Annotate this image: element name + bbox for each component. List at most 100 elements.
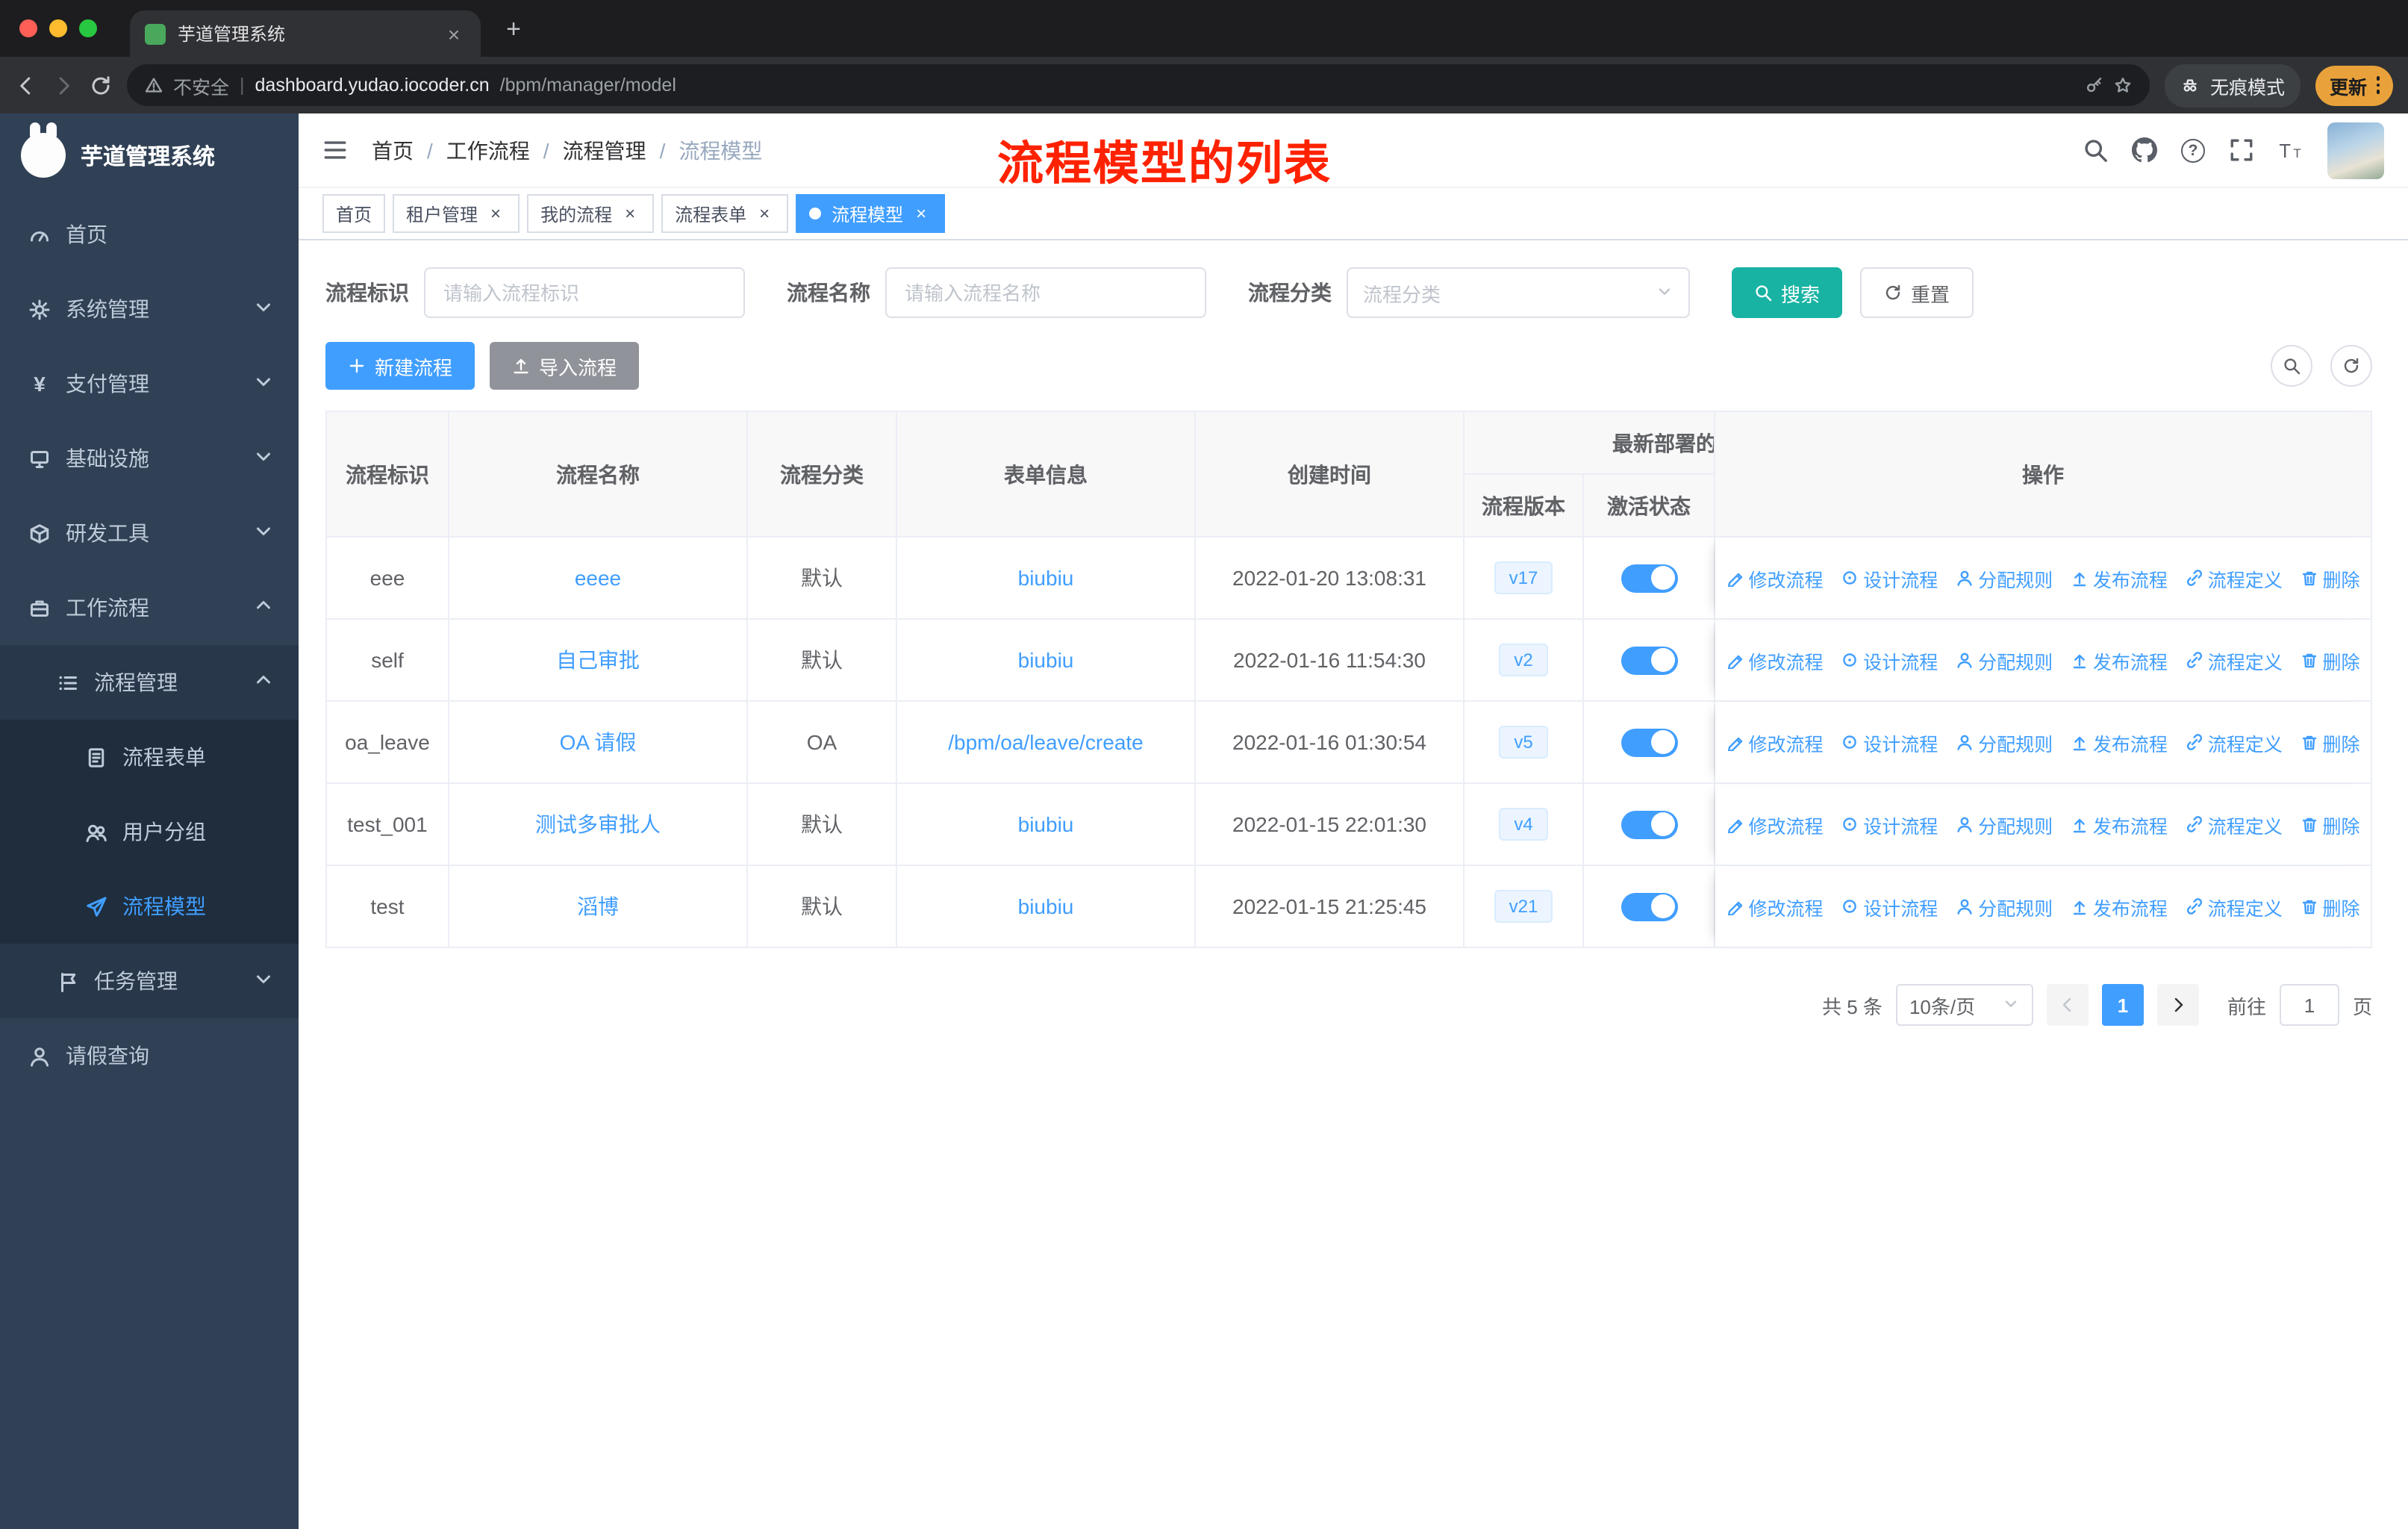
tag-close-icon[interactable] (485, 203, 506, 224)
action-edit-process[interactable]: 修改流程 (1726, 646, 1823, 674)
back-button[interactable] (15, 74, 37, 96)
action-publish-process[interactable]: 发布流程 (2071, 810, 2168, 838)
action-assign-rule[interactable]: 分配规则 (1956, 564, 2053, 592)
tag-close-icon[interactable] (911, 203, 932, 224)
window-close-button[interactable] (19, 19, 37, 37)
window-minimize-button[interactable] (49, 19, 67, 37)
action-delete[interactable]: 删除 (2301, 892, 2360, 921)
sidebar-item-devtools[interactable]: 研发工具 (0, 496, 299, 570)
breadcrumb-process-management[interactable]: 流程管理 (563, 135, 646, 165)
status-toggle[interactable] (1621, 564, 1677, 592)
toggle-search-button[interactable] (2271, 345, 2312, 387)
action-edit-process[interactable]: 修改流程 (1726, 728, 1823, 756)
action-assign-rule[interactable]: 分配规则 (1956, 728, 2053, 756)
sidebar-item-process-model[interactable]: 流程模型 (0, 869, 299, 944)
reset-button[interactable]: 重置 (1860, 267, 1974, 318)
breadcrumb-home[interactable]: 首页 (372, 135, 414, 165)
action-design-process[interactable]: 设计流程 (1841, 646, 1938, 674)
address-bar[interactable]: 不安全 | dashboard.yudao.iocoder.cn/bpm/man… (127, 64, 2150, 106)
fullscreen-icon[interactable] (2229, 137, 2254, 163)
action-process-definition[interactable]: 流程定义 (2186, 564, 2283, 592)
action-design-process[interactable]: 设计流程 (1841, 564, 1938, 592)
github-icon[interactable] (2132, 137, 2157, 163)
refresh-table-button[interactable] (2330, 345, 2372, 387)
update-button[interactable]: 更新 (2315, 65, 2393, 105)
action-delete[interactable]: 删除 (2301, 646, 2360, 674)
form-info-link[interactable]: biubiu (1018, 566, 1074, 590)
action-design-process[interactable]: 设计流程 (1841, 728, 1938, 756)
tag-tenant-management[interactable]: 租户管理 (393, 194, 520, 233)
help-icon[interactable] (2181, 138, 2205, 162)
prev-page-button[interactable] (2046, 984, 2089, 1026)
action-assign-rule[interactable]: 分配规则 (1956, 810, 2053, 838)
action-publish-process[interactable]: 发布流程 (2071, 892, 2168, 921)
page-size-select[interactable]: 10条/页 (1895, 984, 2033, 1026)
status-toggle[interactable] (1621, 892, 1677, 921)
action-publish-process[interactable]: 发布流程 (2071, 646, 2168, 674)
tag-home[interactable]: 首页 (322, 194, 386, 233)
font-size-icon[interactable]: TT (2278, 137, 2303, 163)
action-publish-process[interactable]: 发布流程 (2071, 728, 2168, 756)
tag-close-icon[interactable] (620, 203, 640, 224)
tag-process-form[interactable]: 流程表单 (661, 194, 789, 233)
status-toggle[interactable] (1621, 810, 1677, 838)
sidebar-item-home[interactable]: 首页 (0, 197, 299, 272)
search-icon[interactable] (2083, 137, 2108, 163)
action-edit-process[interactable]: 修改流程 (1726, 892, 1823, 921)
import-process-button[interactable]: 导入流程 (490, 342, 640, 390)
action-delete[interactable]: 删除 (2301, 728, 2360, 756)
user-avatar[interactable] (2327, 122, 2384, 178)
sidebar-item-leave-query[interactable]: 请假查询 (0, 1018, 299, 1093)
process-name-link[interactable]: OA 请假 (560, 730, 637, 754)
tab-close-icon[interactable] (442, 22, 466, 46)
next-page-button[interactable] (2156, 984, 2199, 1026)
status-toggle[interactable] (1621, 646, 1677, 674)
status-toggle[interactable] (1621, 728, 1677, 756)
sidebar-item-system[interactable]: 系统管理 (0, 272, 299, 346)
key-icon[interactable] (2086, 76, 2104, 94)
form-info-link[interactable]: /bpm/oa/leave/create (948, 730, 1144, 754)
process-name-link[interactable]: eeee (575, 566, 621, 590)
create-process-button[interactable]: 新建流程 (325, 342, 475, 390)
process-name-link[interactable]: 自己审批 (556, 648, 640, 672)
sidebar-item-workflow[interactable]: 工作流程 (0, 570, 299, 645)
action-process-definition[interactable]: 流程定义 (2186, 892, 2283, 921)
process-category-select[interactable]: 流程分类 (1347, 267, 1690, 318)
sidebar-item-task-management[interactable]: 任务管理 (0, 944, 299, 1018)
tag-process-model[interactable]: 流程模型 (796, 194, 946, 233)
process-name-link[interactable]: 滔博 (577, 894, 619, 918)
new-tab-button[interactable] (496, 12, 531, 48)
goto-page-input[interactable] (2279, 984, 2339, 1026)
page-number-1[interactable]: 1 (2101, 984, 2144, 1026)
form-info-link[interactable]: biubiu (1018, 648, 1074, 672)
action-assign-rule[interactable]: 分配规则 (1956, 646, 2053, 674)
bookmark-star-icon[interactable] (2115, 76, 2133, 94)
action-assign-rule[interactable]: 分配规则 (1956, 892, 2053, 921)
form-info-link[interactable]: biubiu (1018, 894, 1074, 918)
action-delete[interactable]: 删除 (2301, 564, 2360, 592)
action-process-definition[interactable]: 流程定义 (2186, 728, 2283, 756)
action-process-definition[interactable]: 流程定义 (2186, 646, 2283, 674)
hamburger-icon[interactable] (322, 137, 348, 163)
window-zoom-button[interactable] (79, 19, 97, 37)
action-publish-process[interactable]: 发布流程 (2071, 564, 2168, 592)
form-info-link[interactable]: biubiu (1018, 812, 1074, 836)
action-design-process[interactable]: 设计流程 (1841, 892, 1938, 921)
action-edit-process[interactable]: 修改流程 (1726, 564, 1823, 592)
sidebar-item-process-management[interactable]: 流程管理 (0, 645, 299, 720)
sidebar-item-payment[interactable]: ¥ 支付管理 (0, 346, 299, 421)
process-name-link[interactable]: 测试多审批人 (535, 812, 661, 836)
action-delete[interactable]: 删除 (2301, 810, 2360, 838)
action-process-definition[interactable]: 流程定义 (2186, 810, 2283, 838)
browser-menu-icon[interactable] (2376, 76, 2380, 94)
forward-button[interactable] (52, 74, 75, 96)
tag-close-icon[interactable] (754, 203, 775, 224)
browser-tab[interactable]: 芋道管理系统 (130, 10, 481, 57)
tag-my-process[interactable]: 我的流程 (527, 194, 655, 233)
action-design-process[interactable]: 设计流程 (1841, 810, 1938, 838)
process-code-input[interactable] (424, 267, 745, 318)
breadcrumb-workflow[interactable]: 工作流程 (446, 135, 530, 165)
action-edit-process[interactable]: 修改流程 (1726, 810, 1823, 838)
sidebar-item-process-form[interactable]: 流程表单 (0, 720, 299, 794)
sidebar-item-user-group[interactable]: 用户分组 (0, 794, 299, 869)
